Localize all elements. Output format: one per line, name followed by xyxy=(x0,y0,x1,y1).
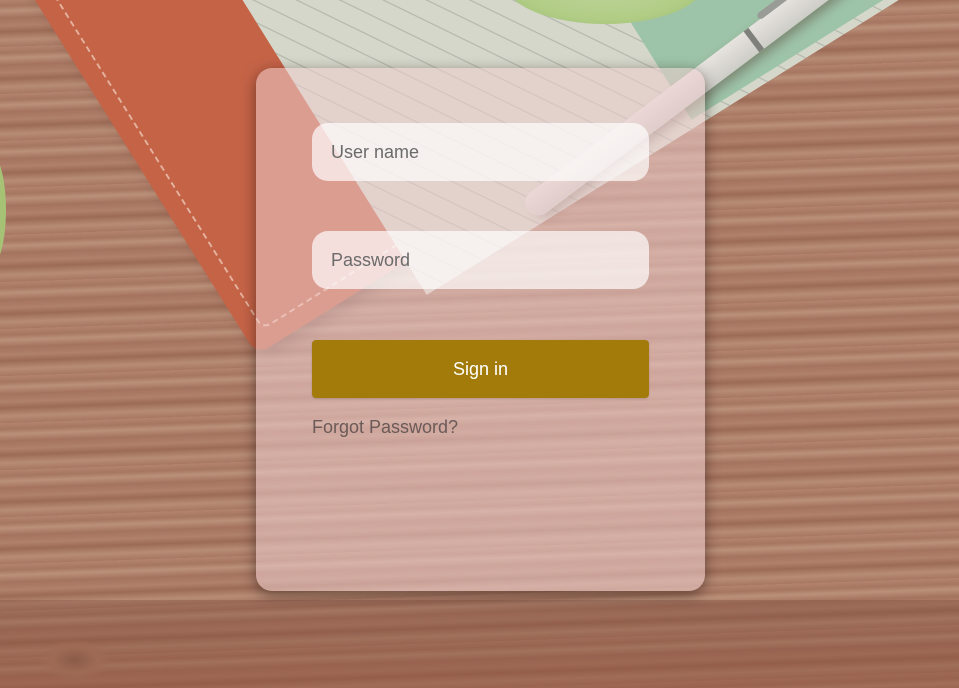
sign-in-button[interactable]: Sign in xyxy=(312,340,649,398)
login-card: Sign in Forgot Password? xyxy=(256,68,705,591)
password-input[interactable] xyxy=(312,231,649,289)
username-input[interactable] xyxy=(312,123,649,181)
forgot-password-link[interactable]: Forgot Password? xyxy=(312,417,458,438)
